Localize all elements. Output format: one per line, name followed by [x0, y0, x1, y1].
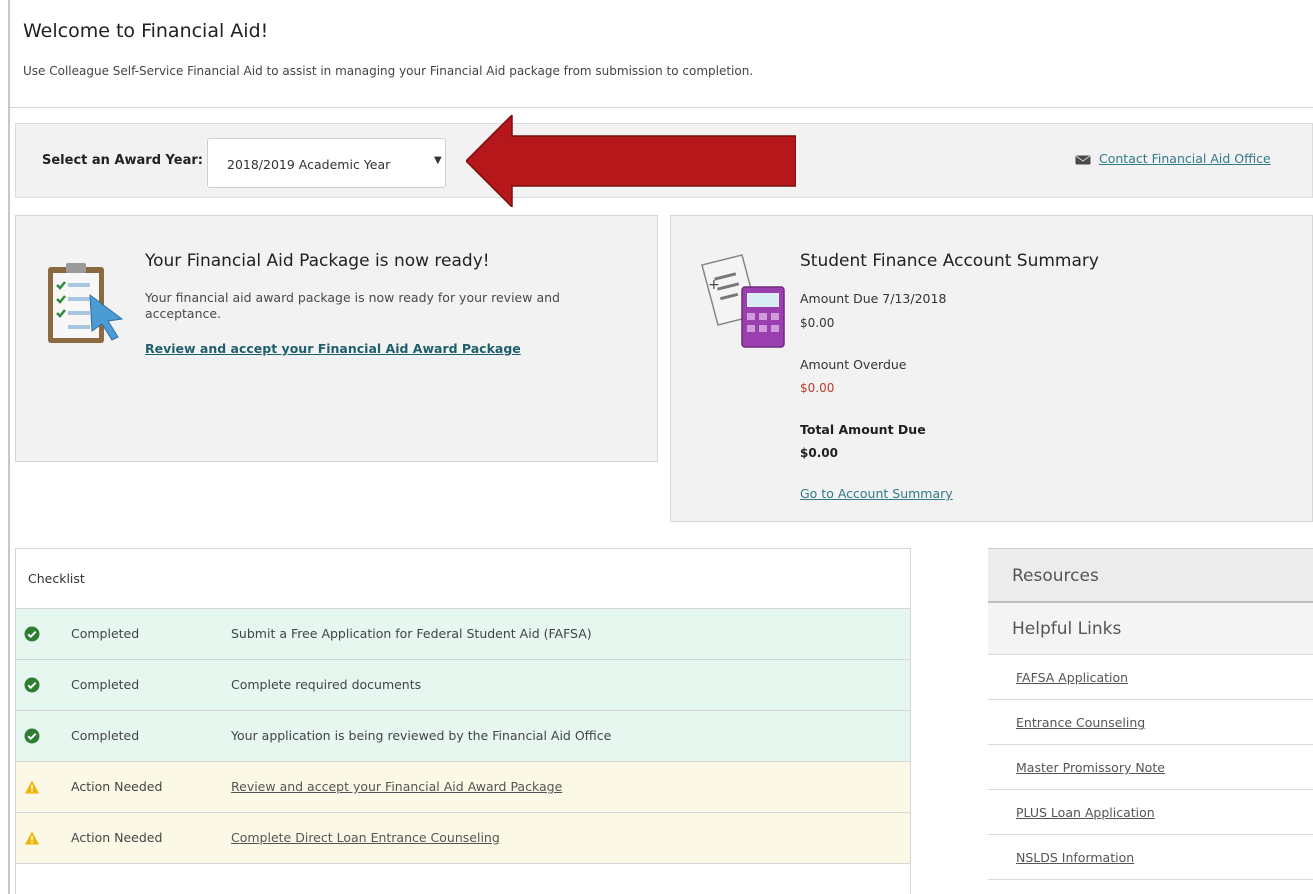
- resource-link-item: NSLDS Information: [988, 835, 1313, 880]
- checklist-task-link[interactable]: Complete Direct Loan Entrance Counseling: [231, 830, 500, 845]
- helpful-links-title: Helpful Links: [1012, 619, 1122, 639]
- warning-icon: [25, 780, 39, 794]
- plus-loan-application-link[interactable]: PLUS Loan Application: [1016, 805, 1155, 820]
- award-year-label: Select an Award Year:: [42, 153, 203, 168]
- checklist-task: Your application is being reviewed by th…: [231, 728, 612, 743]
- bill-calculator-icon: +: [701, 254, 785, 348]
- page-left-border: [8, 0, 10, 894]
- chevron-down-icon: ▼: [434, 155, 442, 166]
- red-arrow-icon: [466, 115, 796, 207]
- resource-link-item: Entrance Counseling: [988, 700, 1313, 745]
- fafsa-application-link[interactable]: FAFSA Application: [1016, 670, 1128, 685]
- check-circle-icon: [24, 677, 40, 693]
- checklist-header: Checklist: [16, 549, 910, 609]
- checklist-row: Completed Complete required documents: [16, 660, 910, 711]
- checklist-title: Checklist: [28, 571, 85, 586]
- header-divider: [10, 107, 1313, 108]
- account-summary-link[interactable]: Go to Account Summary: [800, 486, 953, 501]
- checklist-row: Action Needed Complete Direct Loan Entra…: [16, 813, 910, 864]
- resources-panel: Resources Helpful Links FAFSA Applicatio…: [988, 548, 1313, 894]
- finance-summary-title: Student Finance Account Summary: [800, 251, 1099, 271]
- total-amount-due-label: Total Amount Due: [800, 422, 926, 437]
- clipboard-checklist-icon: [48, 263, 124, 343]
- svg-text:+: +: [708, 277, 720, 293]
- nslds-information-link[interactable]: NSLDS Information: [1016, 850, 1134, 865]
- entrance-counseling-link[interactable]: Entrance Counseling: [1016, 715, 1145, 730]
- envelope-icon: [1075, 155, 1091, 165]
- package-ready-title: Your Financial Aid Package is now ready!: [145, 251, 490, 271]
- amount-due-value: $0.00: [800, 316, 835, 330]
- resources-title: Resources: [1012, 566, 1099, 586]
- warning-icon: [25, 831, 39, 845]
- checklist-status: Action Needed: [71, 830, 163, 845]
- checklist-task-link[interactable]: Review and accept your Financial Aid Awa…: [231, 779, 562, 794]
- checklist-status: Completed: [71, 677, 140, 692]
- resources-header: Resources: [988, 548, 1313, 603]
- award-year-selected-value: 2018/2019 Academic Year: [227, 157, 391, 172]
- checklist-status: Completed: [71, 728, 140, 743]
- award-year-select[interactable]: 2018/2019 Academic Year ▼: [207, 138, 446, 188]
- check-circle-icon: [24, 728, 40, 744]
- page-description: Use Colleague Self-Service Financial Aid…: [23, 64, 754, 78]
- checklist-task: Complete required documents: [231, 677, 422, 692]
- contact-financial-aid-office-link[interactable]: Contact Financial Aid Office: [1099, 151, 1271, 166]
- amount-due-label: Amount Due 7/13/2018: [800, 291, 947, 306]
- amount-overdue-value: $0.00: [800, 381, 835, 395]
- check-circle-icon: [24, 626, 40, 642]
- review-award-package-link[interactable]: Review and accept your Financial Aid Awa…: [145, 341, 521, 356]
- resource-link-item: FAFSA Application: [988, 655, 1313, 700]
- checklist-panel: Checklist Completed Submit a Free Applic…: [15, 548, 911, 894]
- checklist-row: Action Needed Review and accept your Fin…: [16, 762, 910, 813]
- checklist-row: Completed Your application is being revi…: [16, 711, 910, 762]
- checklist-row: Completed Submit a Free Application for …: [16, 609, 910, 660]
- checklist-status: Completed: [71, 626, 140, 641]
- resource-link-item: PLUS Loan Application: [988, 790, 1313, 835]
- master-promissory-note-link[interactable]: Master Promissory Note: [1016, 760, 1165, 775]
- page-title: Welcome to Financial Aid!: [23, 20, 269, 42]
- checklist-task: Submit a Free Application for Federal St…: [231, 626, 592, 641]
- package-ready-text: Your financial aid award package is now …: [145, 290, 560, 322]
- resource-link-item: Master Promissory Note: [988, 745, 1313, 790]
- amount-overdue-label: Amount Overdue: [800, 357, 907, 372]
- checklist-status: Action Needed: [71, 779, 163, 794]
- helpful-links-header: Helpful Links: [988, 603, 1313, 655]
- total-amount-due-value: $0.00: [800, 446, 838, 460]
